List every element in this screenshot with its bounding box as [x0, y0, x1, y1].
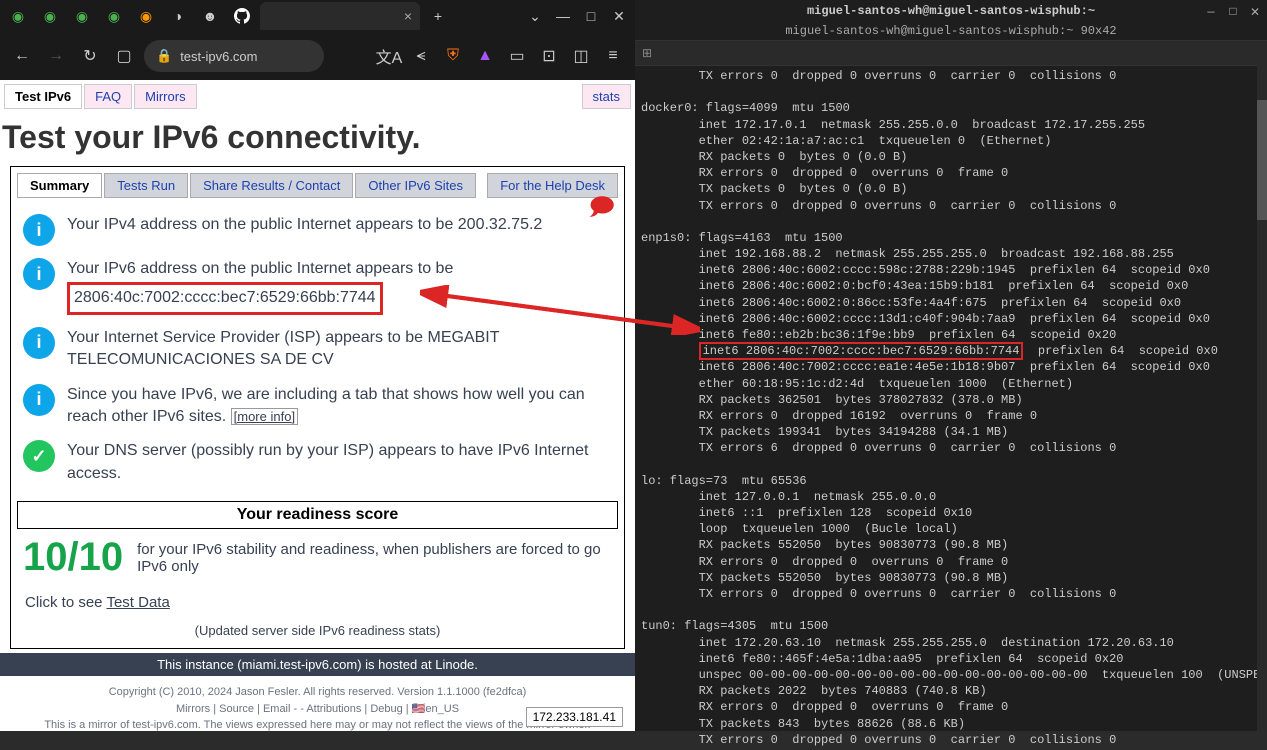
chevron-down-icon[interactable]: ⌄	[523, 4, 547, 28]
sites-text: Since you have IPv6, we are including a …	[67, 384, 618, 429]
menu-icon[interactable]: ≡	[599, 42, 627, 70]
url-text: test-ipv6.com	[180, 49, 257, 64]
terminal-title: miguel-santos-wh@miguel-santos-wisphub:~	[635, 0, 1267, 22]
terminal-subtitle: miguel-santos-wh@miguel-santos-wisphub:~…	[635, 22, 1267, 41]
app-icon-2[interactable]: ◉	[36, 2, 64, 30]
score-text: for your IPv6 stability and readiness, w…	[137, 541, 612, 575]
browser-tab[interactable]: ×	[260, 2, 420, 30]
app-icon-6[interactable]: ◑	[164, 2, 192, 30]
stats-button[interactable]: stats	[582, 84, 631, 109]
url-bar[interactable]: 🔒 test-ipv6.com	[144, 40, 324, 72]
ip-badge: 172.233.181.41	[526, 707, 623, 727]
ipv6-address-highlight: 2806:40c:7002:cccc:bec7:6529:66bb:7744	[67, 282, 383, 314]
translate-icon[interactable]: 文A	[375, 42, 403, 70]
browser-titlebar: ◉ ◉ ◉ ◉ ◉ ◑ ☻ × + ⌄ — □ ✕	[0, 0, 635, 32]
tab-share[interactable]: Share Results / Contact	[190, 173, 353, 198]
result-ipv6: i Your IPv6 address on the public Intern…	[17, 252, 618, 321]
tab-summary[interactable]: Summary	[17, 173, 102, 198]
share-icon[interactable]: ⪪	[407, 42, 435, 70]
check-icon: ✓	[23, 440, 55, 472]
app-icon-1[interactable]: ◉	[4, 2, 32, 30]
info-icon: i	[23, 258, 55, 290]
hosted-banner: This instance (miami.test-ipv6.com) is h…	[0, 653, 635, 676]
close-button[interactable]: ✕	[1247, 4, 1263, 20]
terminal-window-controls: — □ ✕	[1203, 4, 1263, 20]
result-ipv4: i Your IPv4 address on the public Intern…	[17, 208, 618, 252]
scrollbar-thumb[interactable]	[1257, 100, 1267, 220]
brave-icon[interactable]: ▲	[471, 42, 499, 70]
ipv4-text: Your IPv4 address on the public Internet…	[67, 214, 618, 236]
reload-button[interactable]: ↻	[76, 42, 104, 70]
result-dns: ✓ Your DNS server (possibly run by your …	[17, 434, 618, 491]
updated-note: (Updated server side IPv6 readiness stat…	[17, 619, 618, 642]
score-row: 10/10 for your IPv6 stability and readin…	[17, 529, 618, 586]
test-data-line: Click to see Test Data	[17, 586, 618, 619]
browser-toolbar: ← → ↻ ▢ 🔒 test-ipv6.com 文A ⪪ ⛨ ▲ ▭ ⊡ ◫ ≡	[0, 32, 635, 80]
grid-icon[interactable]: ⊞	[637, 43, 657, 63]
app-icon-4[interactable]: ◉	[100, 2, 128, 30]
page-content: Test IPv6 FAQ Mirrors stats 🗩 Test your …	[0, 80, 635, 731]
info-icon: i	[23, 384, 55, 416]
tab-tests-run[interactable]: Tests Run	[104, 173, 188, 198]
close-icon[interactable]: ×	[404, 8, 412, 24]
browser-window: ◉ ◉ ◉ ◉ ◉ ◑ ☻ × + ⌄ — □ ✕ ← → ↻ ▢ 🔒 test…	[0, 0, 635, 731]
tab-other-sites[interactable]: Other IPv6 Sites	[355, 173, 476, 198]
minimize-button[interactable]: —	[551, 4, 575, 28]
sub-nav-tabs: Summary Tests Run Share Results / Contac…	[17, 173, 618, 198]
download-icon[interactable]: ⊡	[535, 42, 563, 70]
github-icon[interactable]	[228, 2, 256, 30]
isp-text: Your Internet Service Provider (ISP) app…	[67, 327, 618, 372]
page-title: Test your IPv6 connectivity.	[0, 113, 635, 162]
scrollbar[interactable]	[1257, 60, 1267, 731]
lock-icon: 🔒	[156, 48, 172, 64]
back-button[interactable]: ←	[8, 42, 36, 70]
dns-text: Your DNS server (possibly run by your IS…	[67, 440, 618, 485]
close-button[interactable]: ✕	[607, 4, 631, 28]
score-value: 10/10	[23, 535, 123, 580]
results-panel: Summary Tests Run Share Results / Contac…	[10, 166, 625, 649]
maximize-button[interactable]: □	[579, 4, 603, 28]
shield-icon[interactable]: ⛨	[439, 42, 467, 70]
result-sites: i Since you have IPv6, we are including …	[17, 378, 618, 435]
page-nav-tabs: Test IPv6 FAQ Mirrors stats	[0, 80, 635, 113]
translate-bubble-icon[interactable]: 🗩	[588, 190, 615, 231]
app-icon-7[interactable]: ☻	[196, 2, 224, 30]
terminal-toolbar: ⊞	[635, 41, 1267, 66]
terminal-window: — □ ✕ miguel-santos-wh@miguel-santos-wis…	[635, 0, 1267, 731]
wallet-icon[interactable]: ▭	[503, 42, 531, 70]
tab-faq[interactable]: FAQ	[84, 84, 132, 109]
bookmark-icon[interactable]: ▢	[110, 42, 138, 70]
copyright: Copyright (C) 2010, 2024 Jason Fesler. A…	[8, 684, 627, 701]
sidebar-icon[interactable]: ◫	[567, 42, 595, 70]
forward-button[interactable]: →	[42, 42, 70, 70]
test-data-link[interactable]: Test Data	[106, 594, 169, 611]
info-icon: i	[23, 214, 55, 246]
minimize-button[interactable]: —	[1203, 4, 1219, 20]
ipv6-text: Your IPv6 address on the public Internet…	[67, 258, 618, 315]
app-icon-3[interactable]: ◉	[68, 2, 96, 30]
readiness-header: Your readiness score	[17, 501, 618, 529]
app-icon-5[interactable]: ◉	[132, 2, 160, 30]
new-tab-button[interactable]: +	[424, 2, 452, 30]
tab-mirrors[interactable]: Mirrors	[134, 84, 196, 109]
info-icon: i	[23, 327, 55, 359]
tab-test-ipv6[interactable]: Test IPv6	[4, 84, 82, 109]
terminal-output[interactable]: TX errors 0 dropped 0 overruns 0 carrier…	[635, 66, 1267, 750]
result-isp: i Your Internet Service Provider (ISP) a…	[17, 321, 618, 378]
more-info-link[interactable]: [more info]	[231, 408, 298, 425]
maximize-button[interactable]: □	[1225, 4, 1241, 20]
